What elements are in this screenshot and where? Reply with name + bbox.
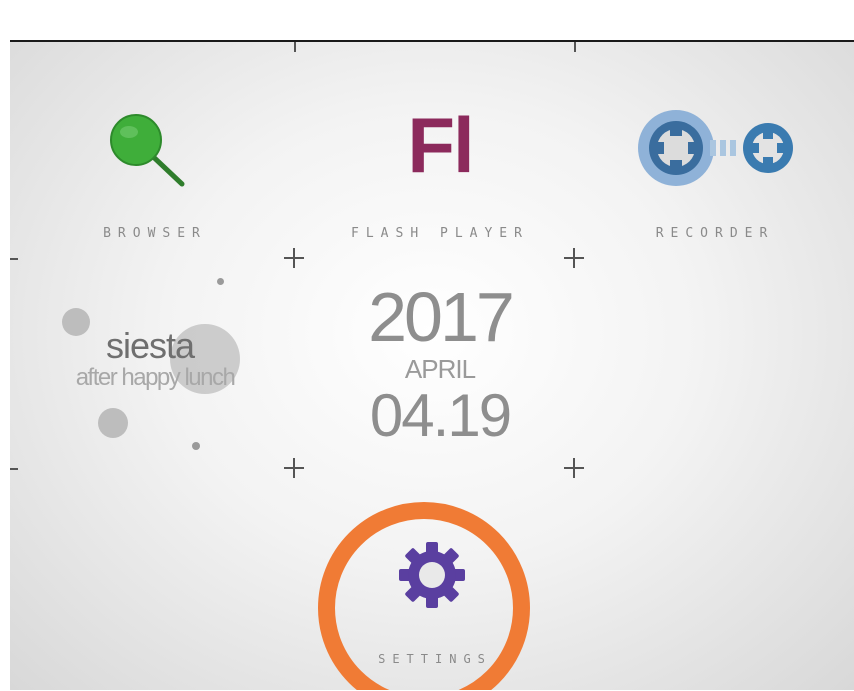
date-month: APRIL — [404, 354, 476, 384]
date-year: 2017 — [368, 278, 515, 356]
decor-dot — [98, 408, 128, 438]
decor-dot — [217, 278, 224, 285]
grid-crosshair — [284, 458, 304, 478]
flash-player-logo: Fl — [407, 101, 474, 189]
magnifier-icon — [110, 114, 185, 187]
grid-crosshair — [564, 458, 584, 478]
grid-tick — [10, 468, 18, 470]
gear-icon — [399, 542, 465, 608]
siesta-subtitle: after happy lunch — [75, 364, 236, 391]
browser-label: BROWSER — [103, 226, 207, 241]
flash-player-label: FLASH PLAYER — [351, 226, 529, 241]
recorder-label: RECORDER — [655, 226, 775, 241]
grid-tick — [574, 42, 576, 52]
siesta-title: siesta — [105, 325, 195, 366]
settings-label: SETTINGS — [378, 652, 492, 666]
decor-dot — [192, 442, 200, 450]
grid-tick — [10, 258, 18, 260]
home-screen: BROWSER Fl FLASH PLAYER RECORDER siesta … — [10, 40, 854, 690]
cassette-reels-icon — [638, 110, 793, 186]
grid-crosshair — [564, 248, 584, 268]
grid-crosshair — [284, 248, 304, 268]
date-day: 04.19 — [369, 382, 512, 449]
grid-tick — [294, 42, 296, 52]
